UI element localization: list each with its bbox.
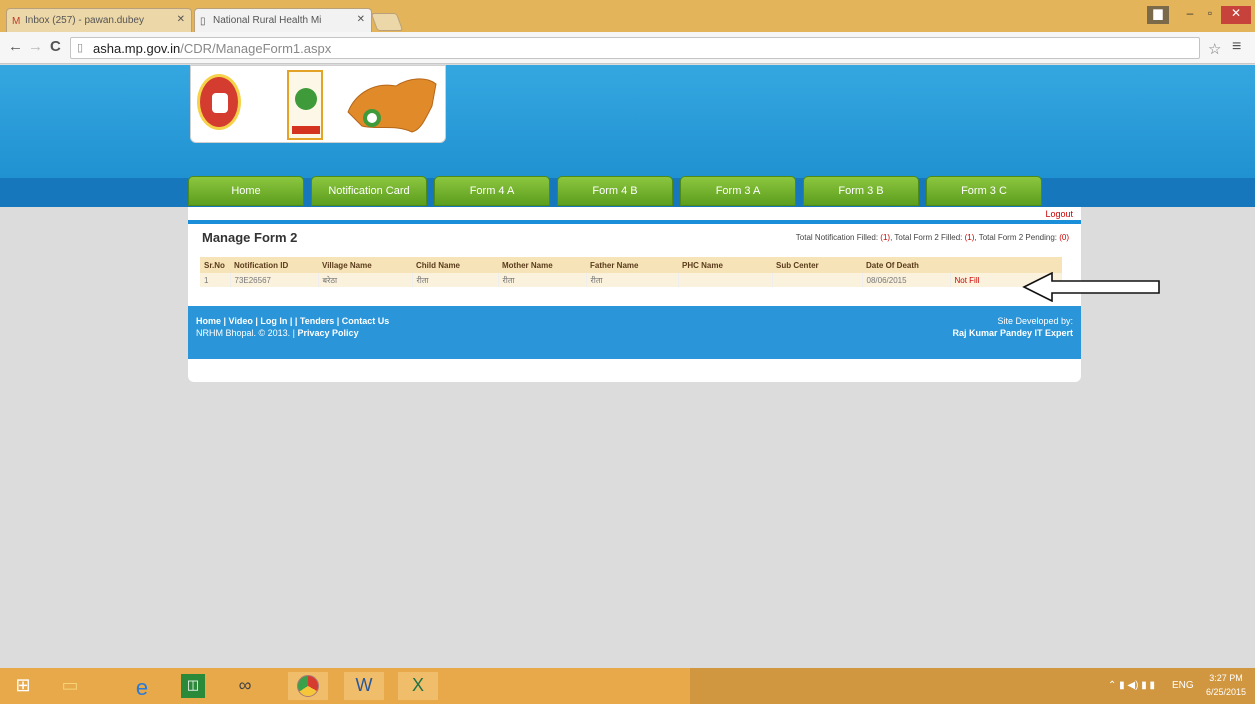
clock-date: 6/25/2015 xyxy=(1205,687,1247,697)
totals-summary: Total Notification Filled: (1), Total Fo… xyxy=(796,233,1069,242)
url-path: /CDR/ManageForm1.aspx xyxy=(180,41,332,56)
cell-srno: 1 xyxy=(200,273,231,287)
page-viewport: Home Notification Card Form 4 A Form 4 B… xyxy=(0,65,1255,668)
site-footer: Home | Video | Log In | | Tenders | Cont… xyxy=(188,306,1081,359)
windows-start-icon[interactable]: ⊞ xyxy=(8,672,38,700)
cell-father: रीता xyxy=(586,273,679,287)
nav-tab-form-3c[interactable]: Form 3 C xyxy=(926,176,1042,206)
nav-tab-form-3a[interactable]: Form 3 A xyxy=(680,176,796,206)
column-header-phc: PHC Name xyxy=(678,257,772,273)
footer-links[interactable]: Home | Video | Log In | | Tenders | Cont… xyxy=(196,316,389,326)
system-tray-icons[interactable]: ⌃ ▮ ◀) ▮ ▮ xyxy=(1108,680,1155,691)
column-header-sub-center: Sub Center xyxy=(772,257,862,273)
user-icon[interactable]: ▆ xyxy=(1147,6,1169,24)
star-icon[interactable]: ☆ xyxy=(1208,40,1221,58)
close-window-button[interactable]: ✕ xyxy=(1221,6,1251,24)
column-header-father: Father Name xyxy=(586,257,678,273)
column-header-child: Child Name xyxy=(412,257,498,273)
cell-mother: रीता xyxy=(498,273,587,287)
copyright-text: NRHM Bhopal. © 2013. | xyxy=(196,328,296,338)
footer-copyright: NRHM Bhopal. © 2013. | Privacy Policy xyxy=(196,328,359,338)
column-header-srno: Sr.No xyxy=(200,257,230,273)
logo-box xyxy=(190,65,446,143)
table-header-row: Sr.No Notification ID Village Name Child… xyxy=(200,257,1062,273)
menu-icon[interactable]: ≡ xyxy=(1232,38,1241,56)
column-header-action xyxy=(950,257,1062,273)
close-icon[interactable]: ✕ xyxy=(357,14,365,25)
browser-toolbar: ← → C ▯ asha.mp.gov.in/CDR/ManageForm1.a… xyxy=(0,32,1255,64)
app-goggles-icon[interactable]: ∞ xyxy=(230,672,260,700)
column-header-date-of-death: Date Of Death xyxy=(862,257,950,273)
minimize-button[interactable]: – xyxy=(1180,6,1200,24)
new-tab-button[interactable] xyxy=(370,13,404,31)
form2-pending-label: , Total Form 2 Pending: xyxy=(974,233,1057,242)
back-arrow-icon[interactable]: ← xyxy=(8,38,23,55)
cell-phc xyxy=(678,273,773,287)
windows-taskbar: ⊞ ▭ e ◫ ∞ W X ⌃ ▮ ◀) ▮ ▮ ENG 3:27 PM 6/2… xyxy=(0,668,1255,704)
notification-filled-count: (1) xyxy=(880,233,891,242)
column-header-notification-id: Notification ID xyxy=(230,257,318,273)
logout-link[interactable]: Logout xyxy=(1045,209,1073,219)
browser-tab-active[interactable]: ▯ National Rural Health Mi ✕ xyxy=(194,8,372,32)
nav-tab-home[interactable]: Home xyxy=(188,176,304,206)
nav-tab-form-4a[interactable]: Form 4 A xyxy=(434,176,550,206)
reload-icon[interactable]: C xyxy=(50,38,61,55)
cell-village: बरेठा xyxy=(318,273,413,287)
table-row: 1 73E26567 बरेठा रीता रीता रीता 08/06/20… xyxy=(200,273,1062,287)
notification-filled-label: Total Notification Filled: xyxy=(795,233,879,242)
annotation-arrow-icon xyxy=(1022,272,1160,302)
panel-divider xyxy=(188,220,1081,224)
page-icon: ▯ xyxy=(200,16,206,27)
developer-name: Raj Kumar Pandey IT Expert xyxy=(952,328,1073,338)
address-bar[interactable]: ▯ asha.mp.gov.in/CDR/ManageForm1.aspx xyxy=(70,37,1200,59)
column-header-village: Village Name xyxy=(318,257,412,273)
browser-titlebar: M Inbox (257) - pawan.dubey ✕ ▯ National… xyxy=(0,0,1255,32)
clock-time: 3:27 PM xyxy=(1209,673,1243,683)
developer-credit-label: Site Developed by: xyxy=(997,316,1073,326)
cell-date-of-death: 08/06/2015 xyxy=(862,273,951,287)
nav-tab-form-4b[interactable]: Form 4 B xyxy=(557,176,673,206)
content-panel: Logout Manage Form 2 Total Notification … xyxy=(188,207,1081,382)
internet-explorer-icon[interactable]: e xyxy=(127,672,157,700)
gmail-icon: M xyxy=(12,16,21,27)
nav-tab-notification-card[interactable]: Notification Card xyxy=(311,176,427,206)
form2-table: Sr.No Notification ID Village Name Child… xyxy=(200,257,1062,287)
language-indicator[interactable]: ENG xyxy=(1172,680,1194,691)
form2-pending-count: (0) xyxy=(1059,233,1069,242)
forward-arrow-icon[interactable]: → xyxy=(28,38,43,55)
main-nav: Home Notification Card Form 4 A Form 4 B… xyxy=(188,176,1048,206)
form2-filled-count: (1) xyxy=(964,233,975,242)
privacy-policy-link[interactable]: Privacy Policy xyxy=(298,328,359,338)
page-icon: ▯ xyxy=(77,42,84,54)
nav-tab-form-3b[interactable]: Form 3 B xyxy=(803,176,919,206)
cell-child: रीता xyxy=(412,273,499,287)
maximize-button[interactable]: ▫ xyxy=(1200,6,1220,24)
excel-icon[interactable]: X xyxy=(398,672,438,700)
taskbar-tray-area xyxy=(690,668,1255,704)
tab-label: National Rural Health Mi xyxy=(213,15,322,26)
store-icon[interactable]: ◫ xyxy=(181,674,205,698)
word-icon[interactable]: W xyxy=(344,672,384,700)
clock[interactable]: 3:27 PM 6/25/2015 xyxy=(1200,671,1252,699)
chrome-icon[interactable] xyxy=(288,672,328,700)
mp-logo xyxy=(287,70,323,140)
site-banner: Home Notification Card Form 4 A Form 4 B… xyxy=(0,65,1255,207)
form2-filled-label: , Total Form 2 Filled: xyxy=(890,233,963,242)
url-host: asha.mp.gov.in xyxy=(93,41,181,56)
close-icon[interactable]: ✕ xyxy=(177,14,185,25)
nhm-logo xyxy=(197,74,241,130)
cell-notification-id: 73E26567 xyxy=(230,273,319,287)
cell-sub-center xyxy=(772,273,863,287)
file-explorer-icon[interactable]: ▭ xyxy=(55,672,85,700)
column-header-mother: Mother Name xyxy=(498,257,586,273)
page-title: Manage Form 2 xyxy=(202,230,298,245)
tab-label: Inbox (257) - pawan.dubey xyxy=(25,15,144,26)
mp-map-logo xyxy=(347,78,437,133)
browser-tab-gmail[interactable]: M Inbox (257) - pawan.dubey ✕ xyxy=(6,8,192,32)
